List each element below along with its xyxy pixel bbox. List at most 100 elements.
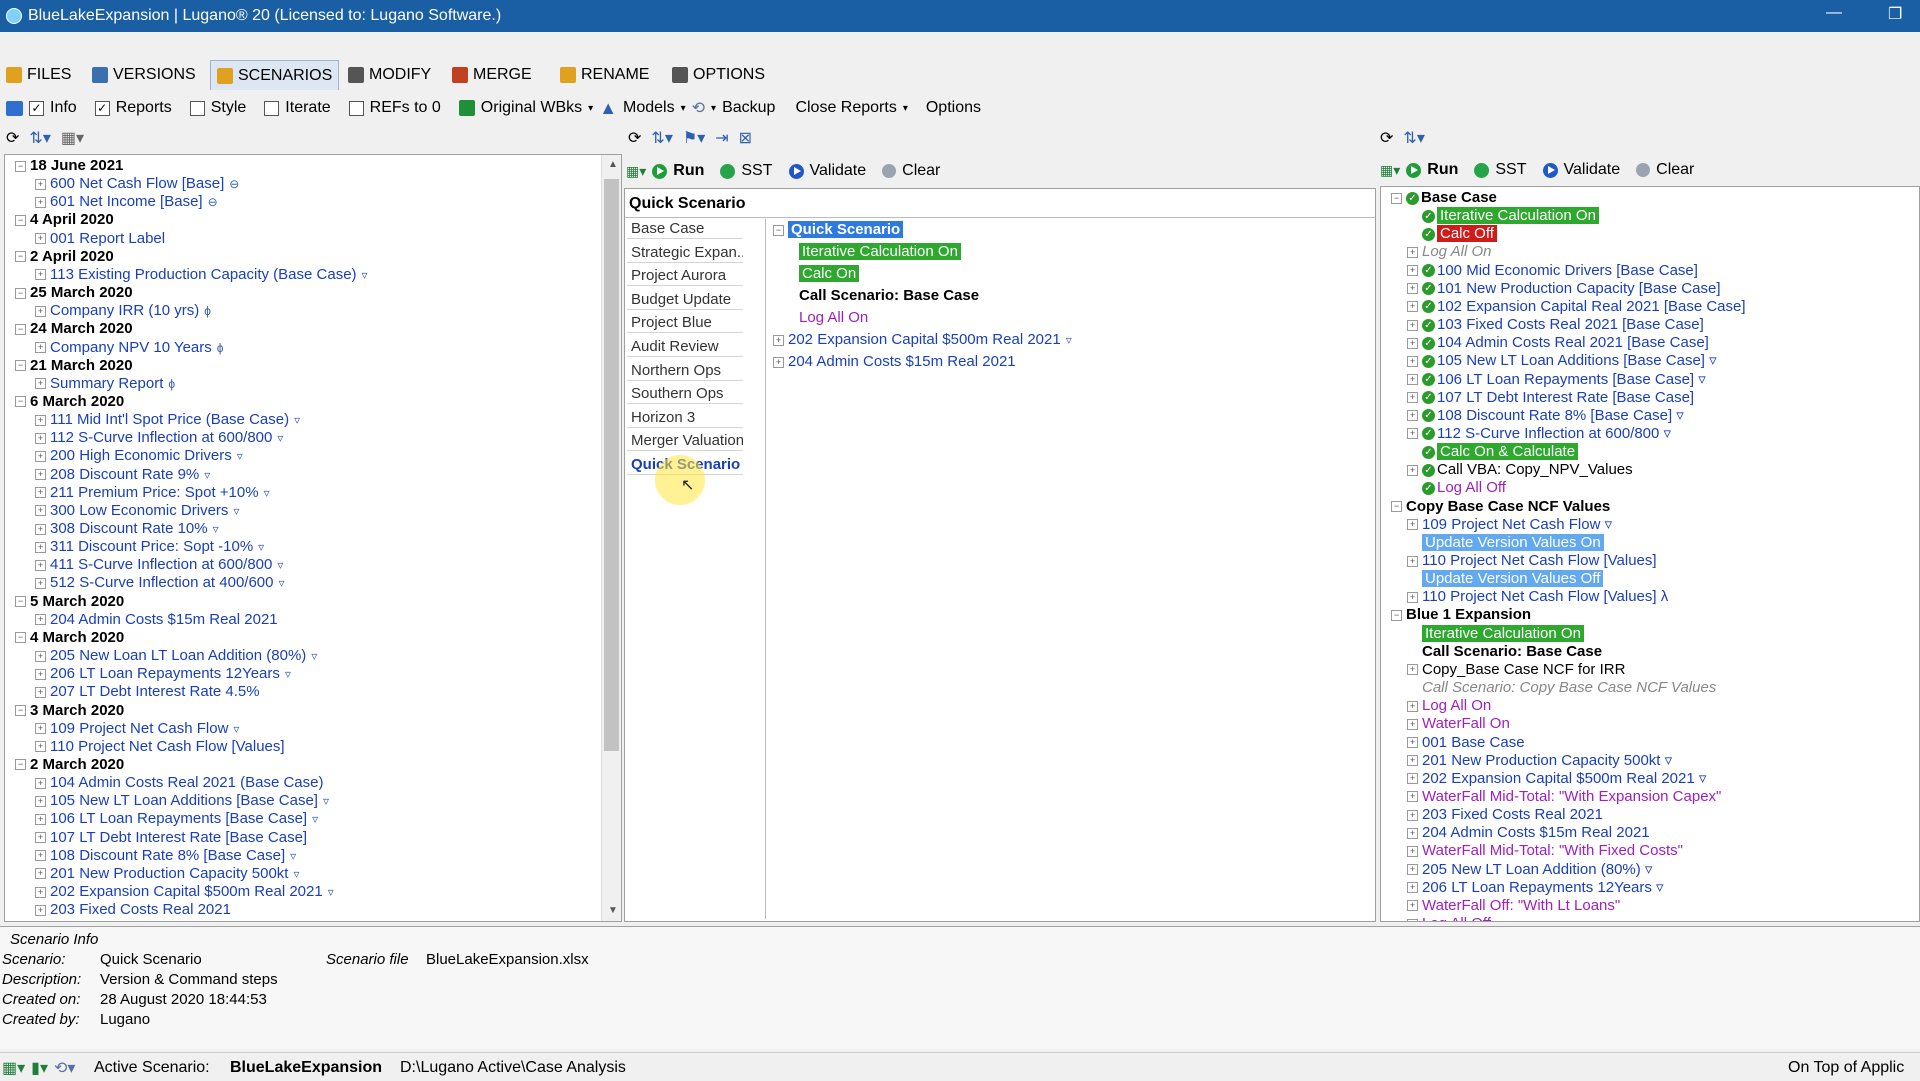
expand-icon[interactable]: + — [35, 469, 46, 481]
date-group[interactable]: −4 April 2020 — [15, 211, 114, 229]
run-step[interactable]: ✓ Calc On & Calculate — [1407, 443, 1579, 461]
expand-icon[interactable]: + — [35, 686, 46, 698]
tab-merge[interactable]: MERGE — [452, 62, 532, 88]
delete-icon[interactable]: ⊠ — [739, 128, 752, 148]
reports-checkbox[interactable]: ✓ — [94, 100, 110, 116]
expand-icon[interactable]: + — [35, 723, 46, 735]
expand-icon[interactable]: + — [35, 668, 46, 680]
scenario-list-item[interactable]: Southern Ops — [627, 384, 743, 405]
version-item[interactable]: +110 Project Net Cash Flow [Values] — [35, 738, 285, 756]
iterate-checkbox[interactable] — [264, 100, 280, 116]
version-item[interactable]: +211 Premium Price: Spot +10% ▿ — [35, 484, 270, 502]
scenario-step[interactable]: Call Scenario: Base Case — [799, 287, 979, 305]
tab-scenarios[interactable]: SCENARIOS — [210, 60, 340, 90]
clear-button[interactable]: Clear — [902, 162, 940, 180]
collapse-icon[interactable]: − — [15, 759, 26, 771]
run-step[interactable]: + ✓ 105 New LT Loan Additions [Base Case] … — [1407, 352, 1717, 370]
models-button[interactable]: Models — [623, 99, 675, 117]
date-group[interactable]: −25 March 2020 — [15, 284, 133, 302]
date-group[interactable]: −21 March 2020 — [15, 357, 133, 375]
scenario-list-item[interactable]: Audit Review — [627, 337, 743, 357]
expand-icon[interactable]: + — [35, 614, 46, 626]
expand-icon[interactable]: + — [1407, 755, 1418, 767]
version-item[interactable]: + Summary Report ϕ — [35, 375, 175, 393]
expand-icon[interactable]: + — [1407, 918, 1418, 921]
expand-icon[interactable]: + — [35, 795, 46, 807]
folder-icon[interactable]: ⚑▾ — [683, 128, 705, 148]
expand-icon[interactable]: + — [1407, 265, 1418, 277]
expand-icon[interactable]: + — [1407, 246, 1418, 258]
collapse-icon[interactable]: − — [15, 360, 26, 372]
version-item[interactable]: +204 Admin Costs $15m Real 2021 — [35, 611, 278, 629]
version-item[interactable]: +109 Project Net Cash Flow ▿ — [35, 720, 239, 738]
run-step[interactable]: Call Scenario: Copy Base Case NCF Values — [1407, 679, 1716, 697]
style-checkbox[interactable] — [189, 100, 205, 116]
version-item[interactable]: +205 New Loan LT Loan Addition (80%) ▿ — [35, 647, 317, 665]
clear-button[interactable]: Clear — [1656, 161, 1694, 179]
run-step[interactable]: − Blue 1 Expansion — [1391, 606, 1531, 624]
tab-files[interactable]: FILES — [6, 62, 71, 88]
expand-icon[interactable]: + — [35, 196, 46, 208]
run-step[interactable]: + ✓ 103 Fixed Costs Real 2021 [Base Case] — [1407, 316, 1704, 334]
run-step[interactable]: +109 Project Net Cash Flow ▿ — [1407, 516, 1612, 534]
run-step[interactable]: + ✓ Call VBA: Copy_NPV_Values — [1407, 461, 1633, 479]
refresh-icon[interactable]: ⟳ — [6, 128, 19, 148]
version-item[interactable]: +601 Net Income [Base] ⊖ — [35, 193, 218, 211]
expand-icon[interactable]: + — [1407, 355, 1418, 367]
run-step[interactable]: Call Scenario: Base Case — [1407, 643, 1602, 661]
expand-icon[interactable]: + — [35, 487, 46, 499]
version-item[interactable]: +203 Fixed Costs Real 2021 — [35, 901, 231, 919]
expand-icon[interactable]: + — [35, 523, 46, 535]
original-wbks-button[interactable]: Original WBks — [481, 99, 582, 117]
collapse-icon[interactable]: − — [15, 396, 26, 408]
expand-icon[interactable]: + — [35, 577, 46, 589]
date-group[interactable]: −24 March 2020 — [15, 320, 133, 338]
expand-icon[interactable]: + — [773, 356, 784, 368]
run-step[interactable]: +203 Fixed Costs Real 2021 — [1407, 806, 1603, 824]
expand-icon[interactable]: + — [35, 541, 46, 553]
version-item[interactable]: +108 Discount Rate 8% [Base Case] ▿ — [35, 847, 296, 865]
version-item[interactable]: +200 High Economic Drivers ▿ — [35, 447, 243, 465]
run-step[interactable]: + WaterFall Off: "With Lt Loans" — [1407, 897, 1620, 915]
backup-button[interactable]: Backup — [722, 99, 775, 117]
collapse-icon[interactable]: − — [1391, 192, 1402, 204]
run-step[interactable]: + ✓ 100 Mid Economic Drivers [Base Case] — [1407, 262, 1698, 280]
collapse-icon[interactable]: − — [773, 224, 784, 236]
expand-icon[interactable]: + — [35, 832, 46, 844]
run-button[interactable]: Run — [1427, 161, 1458, 179]
date-group[interactable]: −2 April 2020 — [15, 248, 114, 266]
expand-icon[interactable]: + — [35, 650, 46, 662]
version-item[interactable]: +001 Report Label — [35, 230, 165, 248]
scenario-step[interactable]: Iterative Calculation On — [799, 243, 961, 261]
collapse-icon[interactable]: − — [15, 251, 26, 263]
expand-icon[interactable]: + — [35, 741, 46, 753]
expand-icon[interactable]: + — [35, 178, 46, 190]
scenario-list-item[interactable]: Base Case — [627, 219, 743, 239]
version-item[interactable]: +104 Admin Costs Real 2021 (Base Case) — [35, 774, 323, 792]
run-step[interactable]: ✓ Calc Off — [1407, 225, 1497, 243]
version-item[interactable]: +308 Discount Rate 10% ▿ — [35, 520, 219, 538]
refresh-icon[interactable]: ⟳ — [628, 128, 641, 148]
run-step[interactable]: +110 Project Net Cash Flow [Values] λ — [1407, 588, 1668, 606]
run-step[interactable]: ✓ Iterative Calculation On — [1407, 207, 1599, 225]
expand-icon[interactable]: + — [35, 868, 46, 880]
minimize-icon[interactable]: — — [1826, 4, 1842, 22]
run-step[interactable]: + Log All Off — [1407, 915, 1491, 921]
version-item[interactable]: +111 Mid Int'l Spot Price (Base Case) ▿ — [35, 411, 300, 429]
run-step[interactable]: + Copy_Base Case NCF for IRR — [1407, 661, 1625, 679]
refs-checkbox[interactable] — [348, 100, 364, 116]
collapse-icon[interactable]: − — [1391, 609, 1402, 621]
expand-icon[interactable]: + — [1407, 337, 1418, 349]
date-group[interactable]: −5 March 2020 — [15, 593, 124, 611]
version-item[interactable]: +411 S-Curve Inflection at 600/800 ▿ — [35, 556, 283, 574]
sst-button[interactable]: SST — [741, 162, 772, 180]
scenario-step[interactable]: +202 Expansion Capital $500m Real 2021 ▿ — [773, 331, 1072, 349]
sst-button[interactable]: SST — [1495, 161, 1526, 179]
scenario-list-item[interactable]: Project Aurora — [627, 266, 743, 287]
expand-icon[interactable]: + — [35, 777, 46, 789]
version-item[interactable]: +311 Discount Price: Sopt -10% ▿ — [35, 538, 264, 556]
versions-scrollbar[interactable]: ▲ ▼ — [601, 155, 621, 921]
scenario-step[interactable]: Calc On — [799, 265, 860, 283]
calendar-icon[interactable]: ▦▾ — [61, 128, 84, 148]
version-item[interactable]: +201 New Production Capacity 500kt ▿ — [35, 865, 300, 883]
